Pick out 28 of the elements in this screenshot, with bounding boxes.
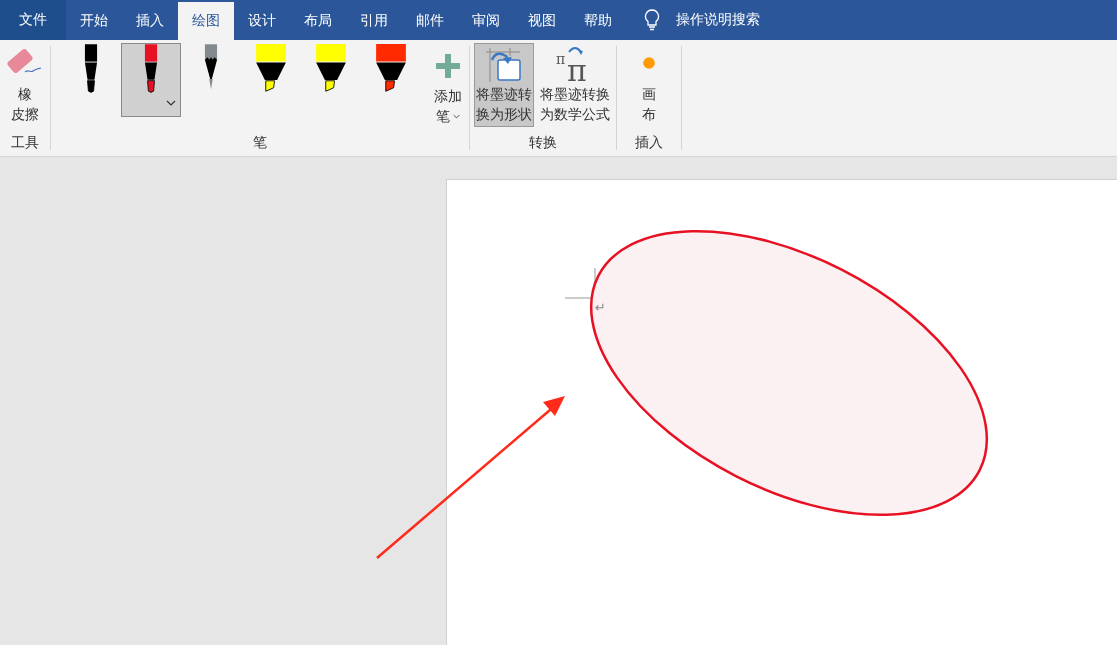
ribbon-tab[interactable]: 插入	[122, 2, 178, 40]
ribbon-tab[interactable]: 审阅	[458, 2, 514, 40]
ribbon-tab[interactable]: 开始	[66, 2, 122, 40]
paragraph-mark: ↵	[595, 300, 606, 316]
ribbon-tab[interactable]: 引用	[346, 2, 402, 40]
add-pen-button[interactable]: 添加 笔	[431, 43, 465, 129]
ribbon-tab[interactable]: 绘图	[178, 2, 234, 40]
group-label: 转换	[529, 134, 557, 152]
ribbon-tab[interactable]: 布局	[290, 2, 346, 40]
ribbon-tab[interactable]: 邮件	[402, 2, 458, 40]
plus-icon	[436, 54, 460, 78]
chevron-down-icon[interactable]	[166, 100, 176, 106]
ink-to-shape-icon	[484, 46, 524, 82]
pen-button[interactable]	[121, 43, 181, 117]
chevron-down-icon	[453, 113, 460, 119]
group-label: 插入	[635, 134, 663, 152]
eraser-button[interactable]: 橡 皮擦	[4, 43, 46, 127]
tell-me-search[interactable]: 操作说明搜索	[676, 11, 760, 29]
ribbon-tab[interactable]: 帮助	[570, 2, 626, 40]
group-label: 笔	[253, 134, 267, 152]
ink-to-shape-button[interactable]: 将墨迹转 换为形状	[474, 43, 534, 127]
file-tab[interactable]: 文件	[0, 0, 66, 40]
ribbon-tab[interactable]: 设计	[234, 2, 290, 40]
ribbon-tab[interactable]: 视图	[514, 2, 570, 40]
lightbulb-icon[interactable]	[644, 9, 660, 31]
drawing-canvas-button[interactable]: 画 布	[621, 43, 677, 125]
group-label: 工具	[11, 134, 39, 152]
dot-icon	[642, 56, 656, 70]
